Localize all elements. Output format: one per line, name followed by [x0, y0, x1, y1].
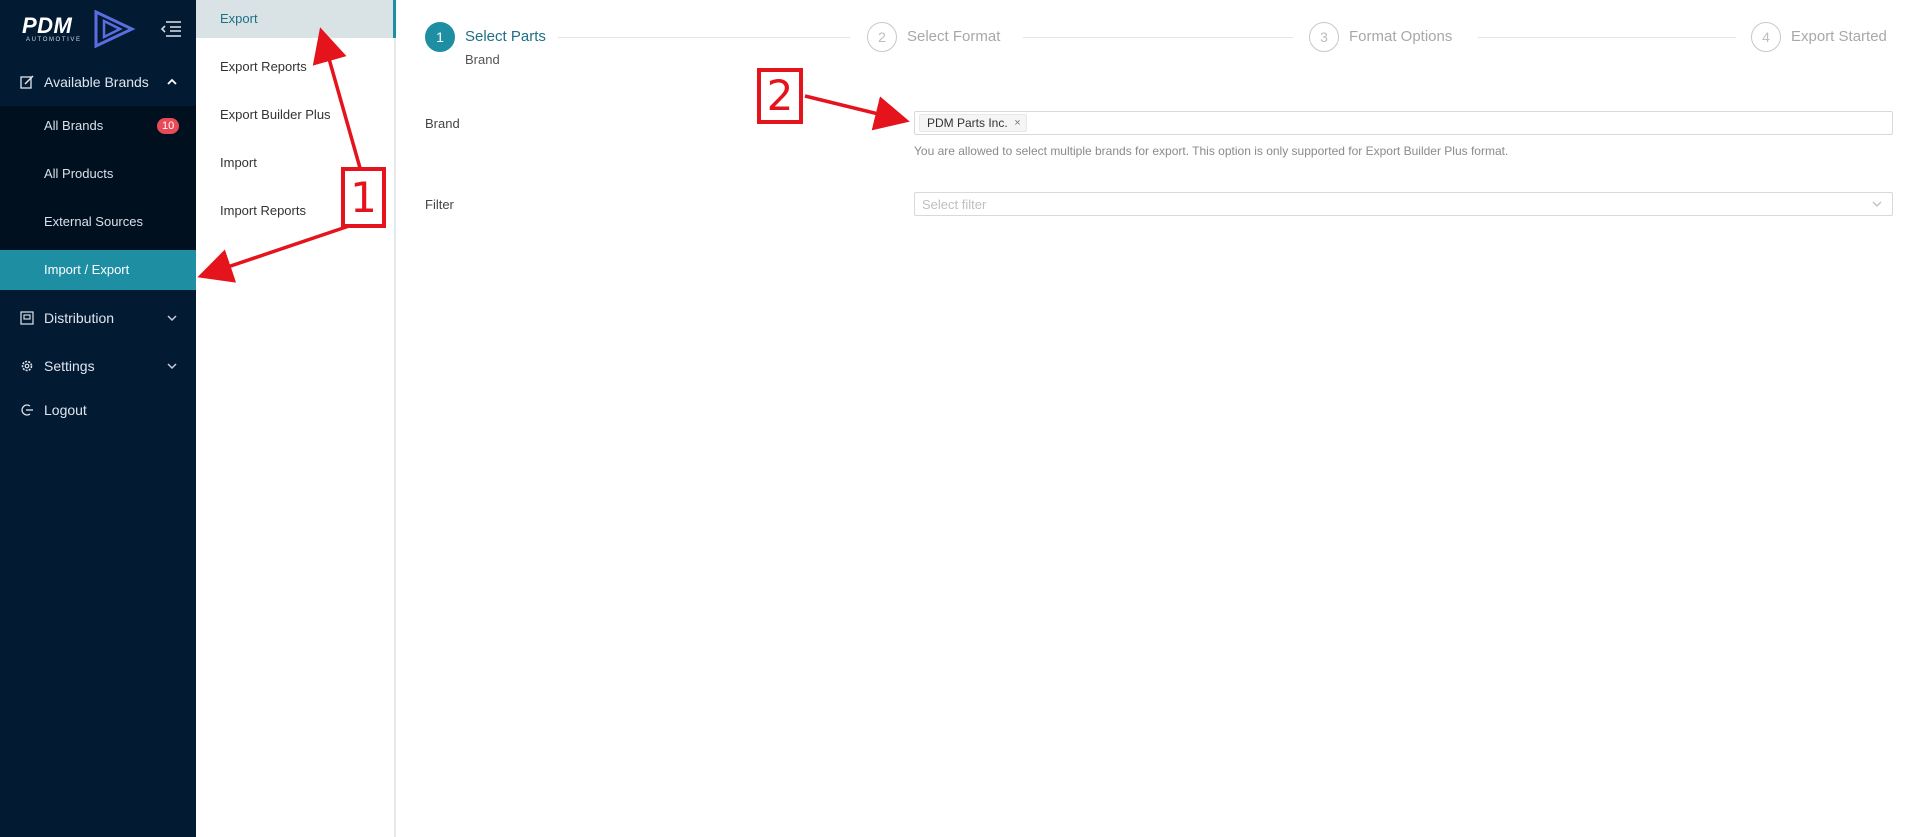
edit-icon	[20, 75, 34, 89]
step-number: 2	[867, 22, 897, 52]
sidebar-item-label: All Products	[44, 166, 114, 181]
import-export-menu: Export Export Reports Export Builder Plu…	[196, 0, 396, 837]
brand-select[interactable]: PDM Parts Inc. ×	[914, 111, 1893, 135]
menu-item-export-builder-plus[interactable]: Export Builder Plus	[196, 96, 396, 134]
step-export-started: 4 Export Started	[1751, 22, 1901, 62]
brand-count-badge: 10	[157, 118, 180, 134]
step-select-format: 2 Select Format	[867, 22, 1067, 62]
chevron-down-icon	[1872, 201, 1882, 207]
menu-item-export-reports[interactable]: Export Reports	[196, 48, 396, 86]
distribution-icon	[20, 311, 34, 325]
step-select-parts: 1 Select Parts Brand	[425, 22, 845, 67]
menu-item-label: Export Builder Plus	[220, 107, 331, 122]
step-format-options: 3 Format Options	[1309, 22, 1509, 62]
main-content: 1 Select Parts Brand 2 Select Format 3 F…	[398, 0, 1915, 837]
menu-item-label: Export	[220, 11, 258, 26]
sidebar-item-external-sources[interactable]: External Sources	[0, 202, 196, 242]
logo-mark-icon	[94, 10, 136, 48]
brand-tag: PDM Parts Inc. ×	[919, 114, 1027, 132]
sidebar-item-label: All Brands	[44, 118, 104, 133]
menu-item-label: Export Reports	[220, 59, 307, 74]
step-title: Select Parts	[465, 28, 546, 45]
step-title: Export Started	[1791, 28, 1887, 45]
step-description: Brand	[465, 52, 500, 67]
logo[interactable]: PDM AUTOMOTIVE	[22, 10, 136, 48]
step-number: 3	[1309, 22, 1339, 52]
step-title: Select Format	[907, 28, 1001, 45]
logo-text: PDM	[22, 13, 73, 38]
sidebar-item-all-brands[interactable]: All Brands 10	[0, 106, 196, 146]
sidebar-item-available-brands[interactable]: Available Brands	[0, 62, 196, 102]
menu-collapse-icon[interactable]	[160, 19, 182, 39]
step-connector	[558, 37, 850, 38]
tag-close-icon[interactable]: ×	[1014, 115, 1020, 131]
step-connector	[1478, 37, 1736, 38]
chevron-down-icon	[167, 363, 177, 370]
chevron-down-icon	[167, 315, 177, 322]
filter-select[interactable]: Select filter	[914, 192, 1893, 216]
step-connector	[1023, 37, 1293, 38]
gear-icon	[21, 360, 33, 372]
annotation-marker-1: 1	[341, 167, 386, 228]
sidebar-item-import-export[interactable]: Import / Export	[0, 250, 196, 290]
sidebar-item-logout[interactable]: Logout	[0, 390, 196, 430]
sidebar-item-settings[interactable]: Settings	[0, 346, 196, 386]
step-number: 4	[1751, 22, 1781, 52]
filter-placeholder: Select filter	[922, 197, 987, 212]
sidebar: PDM AUTOMOTIVE Available Brands All Bran	[0, 0, 196, 837]
menu-item-export[interactable]: Export	[196, 0, 396, 38]
filter-label: Filter	[425, 197, 454, 212]
sidebar-item-label: Available Brands	[44, 74, 149, 90]
step-number: 1	[425, 22, 455, 52]
menu-item-label: Import	[220, 155, 257, 170]
step-title: Format Options	[1349, 28, 1453, 45]
logo-subtitle: AUTOMOTIVE	[26, 37, 82, 43]
brand-help-text: You are allowed to select multiple brand…	[914, 144, 1509, 158]
annotation-marker-2: 2	[757, 68, 803, 124]
sidebar-item-label: External Sources	[44, 214, 143, 229]
sidebar-item-all-products[interactable]: All Products	[0, 154, 196, 194]
sidebar-item-distribution[interactable]: Distribution	[0, 298, 196, 338]
brand-tag-label: PDM Parts Inc.	[927, 116, 1008, 130]
sidebar-item-label: Distribution	[44, 310, 115, 326]
chevron-up-icon	[167, 78, 177, 85]
sidebar-item-label: Logout	[44, 402, 87, 418]
sidebar-item-label: Settings	[44, 358, 95, 374]
sidebar-item-label: Import / Export	[44, 262, 130, 277]
brand-label: Brand	[425, 116, 460, 131]
menu-item-label: Import Reports	[220, 203, 306, 218]
app-root: PDM AUTOMOTIVE Available Brands All Bran	[0, 0, 1915, 837]
logout-icon	[21, 404, 33, 416]
